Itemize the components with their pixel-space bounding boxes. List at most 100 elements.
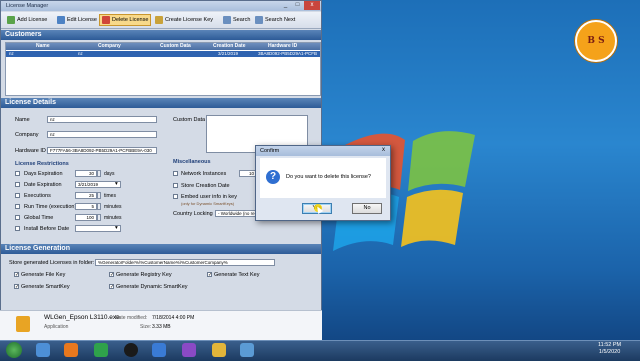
dialog-message: Do you want to delete this license? <box>286 174 371 180</box>
executions-unit: times <box>104 193 116 199</box>
size-label: Size: <box>140 324 152 330</box>
date-expiration-label: Date Expiration <box>24 182 62 188</box>
file-name[interactable]: WLGen_Epson L3110.exe <box>44 314 120 321</box>
days-expiration-label: Days Expiration <box>24 171 63 177</box>
custom-data-label: Custom Data <box>173 117 206 123</box>
generate-file-key-checkbox[interactable]: ✓ <box>14 272 19 278</box>
maximize-button[interactable]: □ <box>292 1 303 10</box>
network-instances-label: Network Instances <box>181 171 227 177</box>
delete-license-button[interactable]: Delete License <box>99 14 152 26</box>
search-next-button[interactable]: Search Next <box>252 14 298 26</box>
install-before-checkbox[interactable] <box>15 226 20 231</box>
start-button[interactable] <box>6 342 22 358</box>
name-label: Name <box>15 117 30 123</box>
col-creation-date[interactable]: Creation Date <box>213 43 246 50</box>
run-time-label: Run Time (execution) <box>24 204 77 210</box>
col-custom-data[interactable]: Custom Data <box>160 43 191 50</box>
days-expiration-input[interactable]: 30 <box>75 170 97 177</box>
search-button[interactable]: Search <box>220 14 253 26</box>
close-button[interactable]: x <box>304 1 320 10</box>
title-bar: License Manager _ □ x <box>1 1 321 11</box>
dialog-title: Confirm <box>260 148 280 154</box>
run-time-unit: minutes <box>104 204 122 210</box>
col-hardware-id[interactable]: Hardware ID <box>268 43 297 50</box>
global-time-input[interactable]: 100 <box>75 214 97 221</box>
clock-date: 1/5/2020 <box>598 349 621 355</box>
customers-table: Name Company Custom Data Creation Date H… <box>5 42 321 96</box>
system-clock[interactable]: 11:52 PM 1/5/2020 <box>598 342 621 356</box>
no-button[interactable]: No <box>352 203 382 214</box>
store-folder-label: Store generated Licenses in folder: <box>9 260 95 266</box>
generate-file-key-label: Generate File Key <box>21 272 66 278</box>
generate-smartkey-label: Generate SmartKey <box>21 284 70 290</box>
key-icon <box>155 16 163 24</box>
global-time-spinner[interactable] <box>97 214 101 221</box>
network-instances-checkbox[interactable] <box>173 171 178 176</box>
search-next-icon <box>255 16 263 24</box>
dialog-body: ? Do you want to delete this license? <box>260 158 386 198</box>
chrome-icon[interactable] <box>94 343 108 357</box>
customers-header: Customers <box>1 30 321 40</box>
executions-checkbox[interactable] <box>15 193 20 198</box>
executions-label: Executions <box>24 193 51 199</box>
chevron-down-icon[interactable]: ▾ <box>115 225 118 231</box>
run-time-spinner[interactable] <box>97 203 101 210</box>
clock-time: 11:52 PM <box>598 342 622 348</box>
table-header: Name Company Custom Data Creation Date H… <box>6 43 320 50</box>
generate-smartkey-checkbox[interactable]: ✓ <box>14 284 19 290</box>
days-expiration-checkbox[interactable] <box>15 171 20 176</box>
add-license-icon <box>7 16 15 24</box>
network-icon[interactable] <box>240 343 254 357</box>
days-spinner[interactable] <box>97 170 101 177</box>
recorder-icon[interactable] <box>124 343 138 357</box>
firefox-icon[interactable] <box>64 343 78 357</box>
generate-dynamic-smartkey-checkbox[interactable]: ✓ <box>109 284 114 290</box>
table-row[interactable]: nz nz 3/21/2019 3BA8D092-PB5D29A1-PCFB <box>6 51 320 57</box>
embed-user-info-label: Embed user info in key <box>181 194 237 200</box>
hardware-id-label: Hardware ID <box>15 148 46 154</box>
store-creation-date-checkbox[interactable] <box>173 183 178 188</box>
create-license-key-button[interactable]: Create License Key <box>152 14 216 26</box>
search-icon <box>223 16 231 24</box>
add-license-button[interactable]: Add License <box>4 14 50 26</box>
size-value: 3.33 MB <box>152 324 171 330</box>
desktop-logo[interactable]: B S <box>575 20 617 62</box>
generate-text-key-label: Generate Text Key <box>214 272 260 278</box>
generate-text-key-checkbox[interactable]: ✓ <box>207 272 212 278</box>
minimize-button[interactable]: _ <box>280 1 291 10</box>
question-icon: ? <box>266 170 280 184</box>
col-name[interactable]: Name <box>36 43 50 50</box>
embed-user-info-checkbox[interactable] <box>173 194 178 199</box>
ie-icon[interactable] <box>36 343 50 357</box>
edit-license-button[interactable]: Edit License <box>54 14 100 26</box>
modified-label: Date modified: <box>115 315 148 321</box>
country-locking-select[interactable]: - Worldwide (no re <box>215 210 259 217</box>
license-generation-header: License Generation <box>1 244 321 254</box>
generate-dynamic-smartkey-label: Generate Dynamic SmartKey <box>116 284 188 290</box>
app-icon[interactable] <box>152 343 166 357</box>
application-icon <box>16 316 30 332</box>
global-time-label: Global Time <box>24 215 54 221</box>
store-folder-field[interactable]: %GeneratorFolder%\%CustomerName%\%Custom… <box>95 259 275 266</box>
date-expiration-checkbox[interactable] <box>15 182 20 187</box>
window-title: License Manager <box>6 3 49 9</box>
hardware-id-field[interactable]: F777FA56-3BA8D092-PB5D29A1-PCFBBE9A-030 <box>47 147 157 154</box>
company-field[interactable]: nz <box>47 131 157 138</box>
media-icon[interactable] <box>182 343 196 357</box>
dialog-close-button[interactable]: x <box>382 147 385 153</box>
days-unit: days <box>104 171 115 177</box>
generate-registry-key-label: Generate Registry Key <box>116 272 172 278</box>
executions-spinner[interactable] <box>97 192 101 199</box>
run-time-checkbox[interactable] <box>15 204 20 209</box>
run-time-input[interactable]: 5 <box>75 203 97 210</box>
global-time-unit: minutes <box>104 215 122 221</box>
name-field[interactable]: nz <box>47 116 157 123</box>
chevron-down-icon[interactable]: ▾ <box>115 181 118 187</box>
global-time-checkbox[interactable] <box>15 215 20 220</box>
folder-icon[interactable] <box>212 343 226 357</box>
generate-registry-key-checkbox[interactable]: ✓ <box>109 272 114 278</box>
edit-license-icon <box>57 16 65 24</box>
col-company[interactable]: Company <box>98 43 121 50</box>
executions-input[interactable]: 25 <box>75 192 97 199</box>
misc-title: Miscellaneous <box>173 159 211 165</box>
